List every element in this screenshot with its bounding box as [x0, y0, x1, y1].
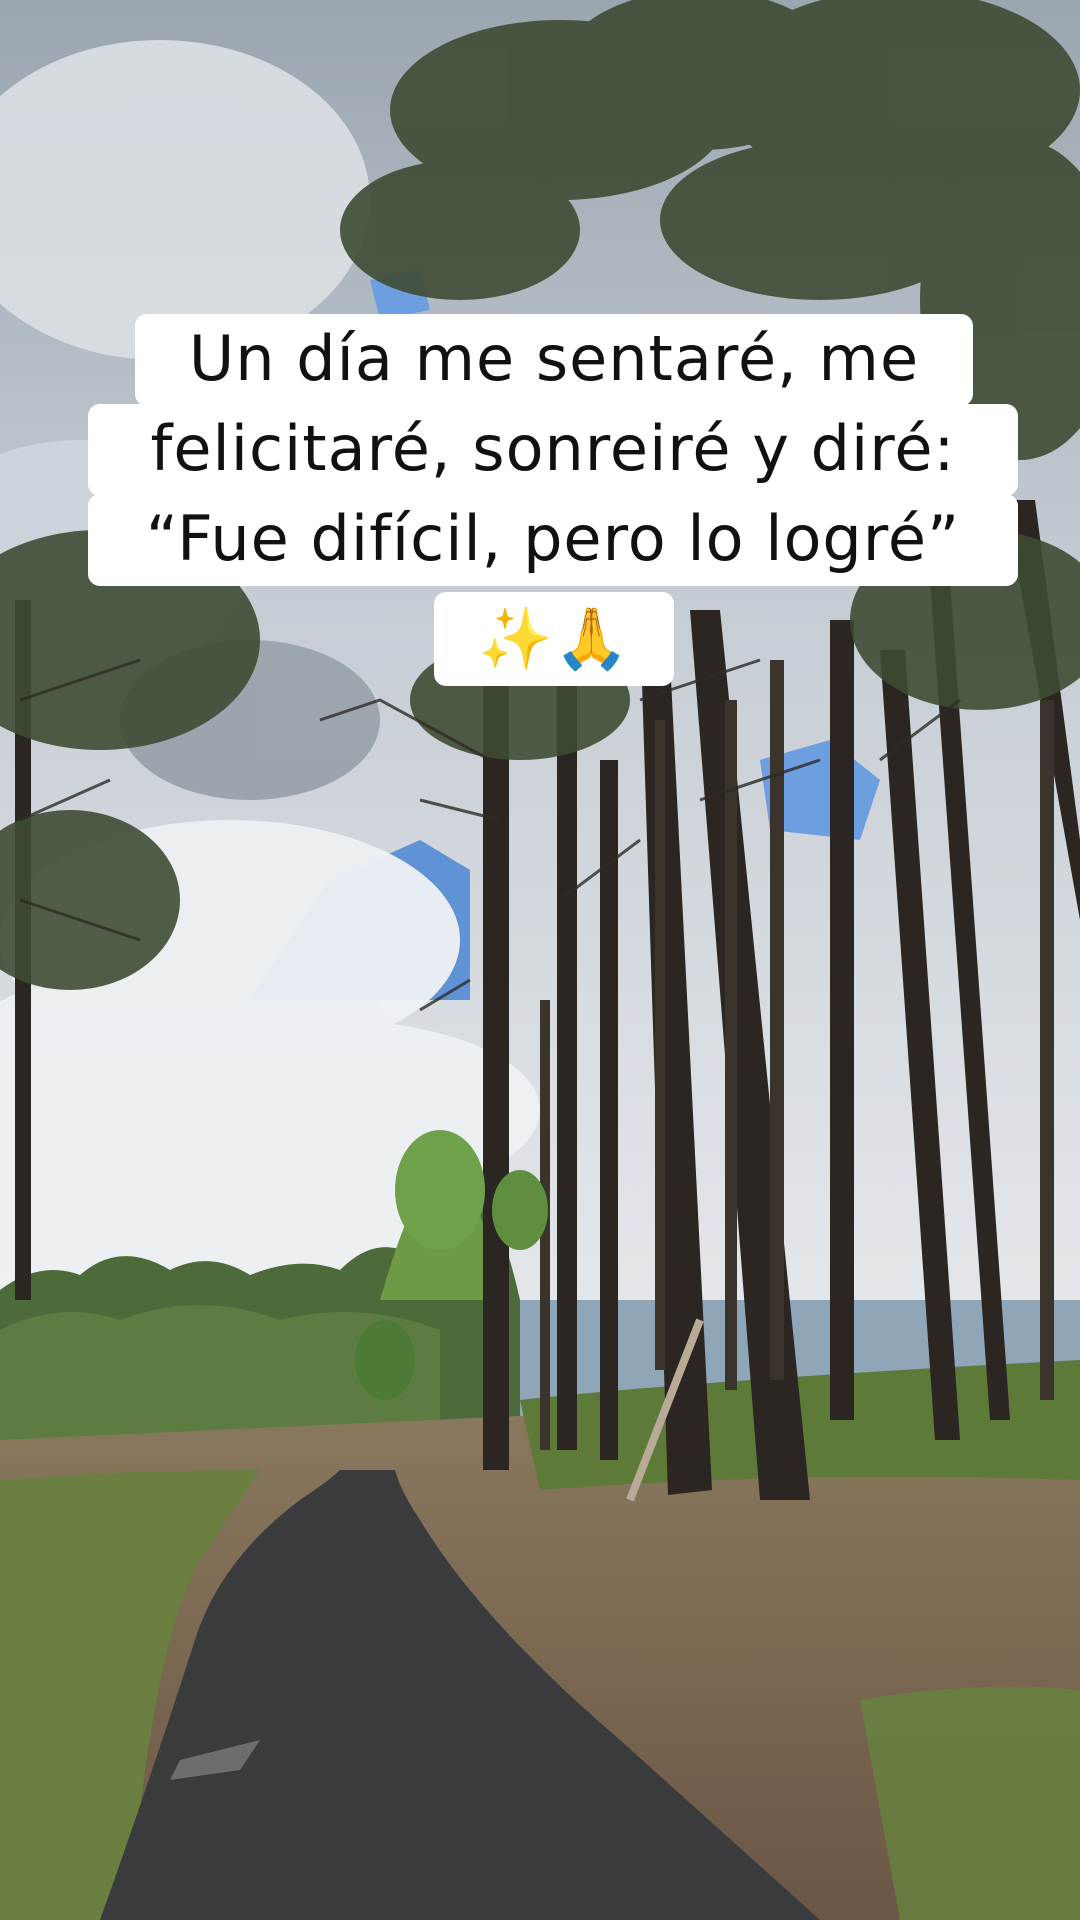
forest-path-photo: [0, 0, 1080, 1920]
video-frame: Un día me sentaré, me felicitaré, sonrei…: [0, 0, 1080, 1920]
